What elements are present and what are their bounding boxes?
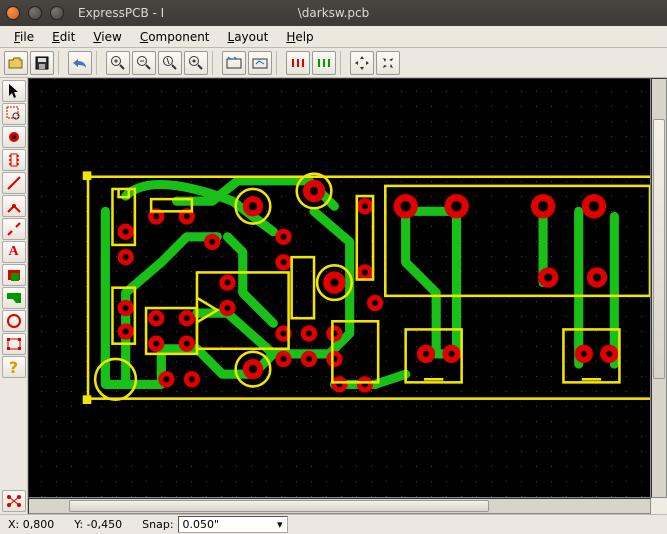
dip-icon <box>7 152 21 168</box>
circle-icon <box>6 313 22 329</box>
zoom-out-button[interactable] <box>132 51 156 75</box>
pad-tool[interactable] <box>2 126 26 148</box>
cursor-icon <box>7 83 21 99</box>
layers-top-button[interactable] <box>286 51 310 75</box>
status-x: X: 0,800 <box>8 518 54 531</box>
break-icon <box>6 221 22 237</box>
window-titlebar: ExpressPCB - I \darksw.pcb <box>0 0 667 26</box>
chevron-down-icon: ▾ <box>277 518 283 531</box>
options-button[interactable] <box>222 51 246 75</box>
floppy-icon <box>35 56 49 70</box>
menu-file[interactable]: File <box>6 28 42 46</box>
net-icon <box>5 493 23 509</box>
filled-plane-tool[interactable] <box>2 287 26 309</box>
menu-help[interactable]: Help <box>278 28 321 46</box>
board-outline-tool[interactable] <box>2 333 26 355</box>
zoom-prev-icon <box>188 55 204 71</box>
zoom-tool[interactable] <box>2 103 26 125</box>
snap-label: Snap: <box>142 518 173 531</box>
link-icon <box>252 56 268 70</box>
folder-open-icon <box>8 56 24 70</box>
pcb-drawing <box>29 79 650 498</box>
zoom-in-icon <box>110 55 126 71</box>
status-bar: X: 0,800 Y: -0,450 Snap: 0.050" ▾ <box>0 514 667 534</box>
layer-top-icon <box>290 56 306 70</box>
move-arrows-icon <box>354 55 370 71</box>
window-minimize-button[interactable] <box>28 6 42 20</box>
menu-layout[interactable]: Layout <box>220 28 277 46</box>
open-button[interactable] <box>4 51 28 75</box>
text-tool[interactable]: A <box>2 241 26 263</box>
zoom-in-button[interactable] <box>106 51 130 75</box>
menu-component[interactable]: Component <box>132 28 218 46</box>
undo-icon <box>72 57 88 69</box>
layer-bottom-icon <box>316 56 332 70</box>
tool-palette: A ? <box>0 78 28 514</box>
status-y: Y: -0,450 <box>74 518 122 531</box>
rect-icon <box>6 268 22 282</box>
net-highlight-tool[interactable] <box>2 490 26 512</box>
window-close-button[interactable] <box>6 6 20 20</box>
zoom-out-icon <box>136 55 152 71</box>
corner-tool[interactable] <box>2 195 26 217</box>
rectangle-tool[interactable] <box>2 264 26 286</box>
horizontal-scrollbar[interactable] <box>28 498 651 514</box>
menu-bar: File Edit View Component Layout Help <box>0 26 667 48</box>
rotate-icon <box>380 55 396 71</box>
zoom-fit-button[interactable] <box>158 51 182 75</box>
zoom-previous-button[interactable] <box>184 51 208 75</box>
main-toolbar <box>0 48 667 78</box>
trace-tool[interactable] <box>2 172 26 194</box>
move-button[interactable] <box>350 51 374 75</box>
layers-bottom-button[interactable] <box>312 51 336 75</box>
undo-button[interactable] <box>68 51 92 75</box>
menu-view[interactable]: View <box>85 28 129 46</box>
trace-icon <box>6 175 22 191</box>
component-tool[interactable] <box>2 149 26 171</box>
document-title: \darksw.pcb <box>298 6 370 20</box>
circle-tool[interactable] <box>2 310 26 332</box>
menu-edit[interactable]: Edit <box>44 28 83 46</box>
app-title: ExpressPCB - I <box>78 6 164 20</box>
outline-icon <box>6 337 22 351</box>
plane-icon <box>6 292 22 304</box>
scrollbar-thumb[interactable] <box>653 119 665 379</box>
pad-icon <box>7 130 21 144</box>
save-button[interactable] <box>30 51 54 75</box>
marquee-zoom-icon <box>6 106 22 122</box>
snap-dropdown[interactable]: 0.050" ▾ <box>178 516 288 533</box>
disconnect-tool[interactable] <box>2 218 26 240</box>
link-schematic-button[interactable] <box>248 51 272 75</box>
vertical-scrollbar[interactable] <box>651 78 667 498</box>
window-maximize-button[interactable] <box>50 6 64 20</box>
info-tool[interactable]: ? <box>2 356 26 378</box>
options-icon <box>226 56 242 70</box>
select-tool[interactable] <box>2 80 26 102</box>
pcb-canvas[interactable] <box>28 78 651 498</box>
corner-icon <box>6 198 22 214</box>
rotate-button[interactable] <box>376 51 400 75</box>
scrollbar-thumb[interactable] <box>69 500 489 512</box>
zoom-fit-icon <box>162 55 178 71</box>
snap-value: 0.050" <box>183 518 220 531</box>
